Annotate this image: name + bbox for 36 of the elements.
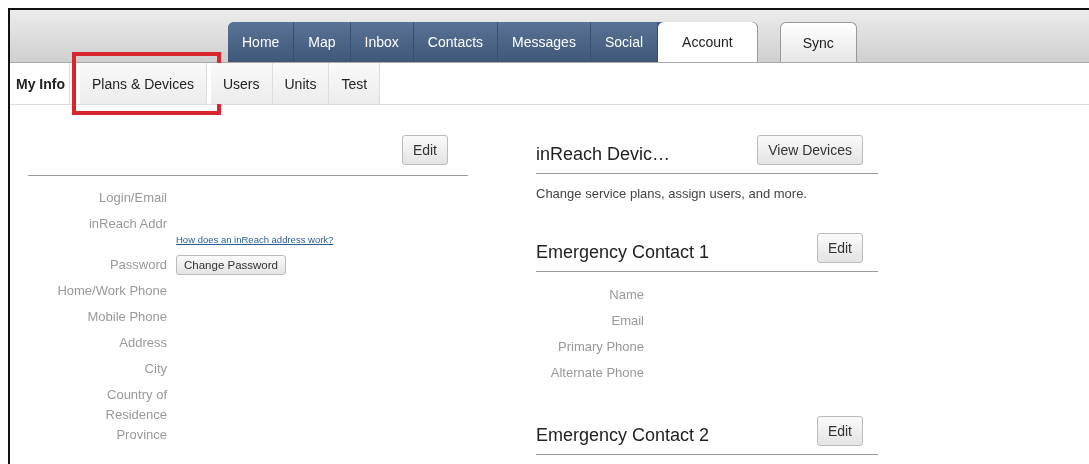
- section-title: inReach Devic…: [536, 144, 671, 165]
- subtab[interactable]: Units: [272, 63, 330, 104]
- sync-tab[interactable]: Sync: [779, 22, 857, 62]
- change-password-button[interactable]: Change Password: [176, 255, 286, 275]
- nav-tab[interactable]: Inbox: [350, 22, 414, 62]
- field-label: Province: [115, 426, 167, 444]
- field-label: Primary Phone: [558, 338, 644, 356]
- edit-button[interactable]: Edit: [816, 416, 863, 446]
- nav-tab[interactable]: Social: [590, 22, 659, 62]
- field-label: Email: [611, 312, 644, 330]
- edit-button[interactable]: Edit: [816, 233, 863, 263]
- help-link[interactable]: How does an inReach address work?: [176, 234, 334, 245]
- subtab[interactable]: My Info: [14, 63, 70, 104]
- nav-tab[interactable]: Messages: [498, 22, 591, 62]
- field-label: Password: [108, 256, 167, 274]
- edit-button[interactable]: Edit: [401, 135, 448, 165]
- field-label: Alternate Phone: [550, 364, 644, 382]
- nav-tab[interactable]: Contacts: [413, 22, 499, 62]
- field-label: City: [143, 360, 167, 378]
- field-label: Country of Residence: [104, 386, 167, 424]
- field-label: Mobile Phone: [86, 308, 167, 326]
- section-description: Change service plans, assign users, and more.: [536, 185, 808, 203]
- field-label: Name: [609, 286, 644, 304]
- field-label: Home/Work Phone: [56, 282, 167, 300]
- subtab[interactable]: Users: [210, 63, 273, 104]
- nav-tab[interactable]: Account: [658, 22, 758, 62]
- field-label: Login/Email: [98, 189, 167, 207]
- field-label: inReach Addr: [87, 215, 167, 233]
- field-label: Address: [118, 334, 167, 352]
- subtab[interactable]: Test: [329, 63, 381, 104]
- view-devices-button[interactable]: View Devices: [757, 135, 863, 165]
- nav-tab[interactable]: Home: [228, 22, 295, 62]
- nav-tab[interactable]: Map: [294, 22, 351, 62]
- subtab[interactable]: Plans & Devices: [80, 63, 207, 104]
- section-title: Emergency Contact 2: [536, 425, 710, 446]
- section-title: Emergency Contact 1: [536, 242, 710, 263]
